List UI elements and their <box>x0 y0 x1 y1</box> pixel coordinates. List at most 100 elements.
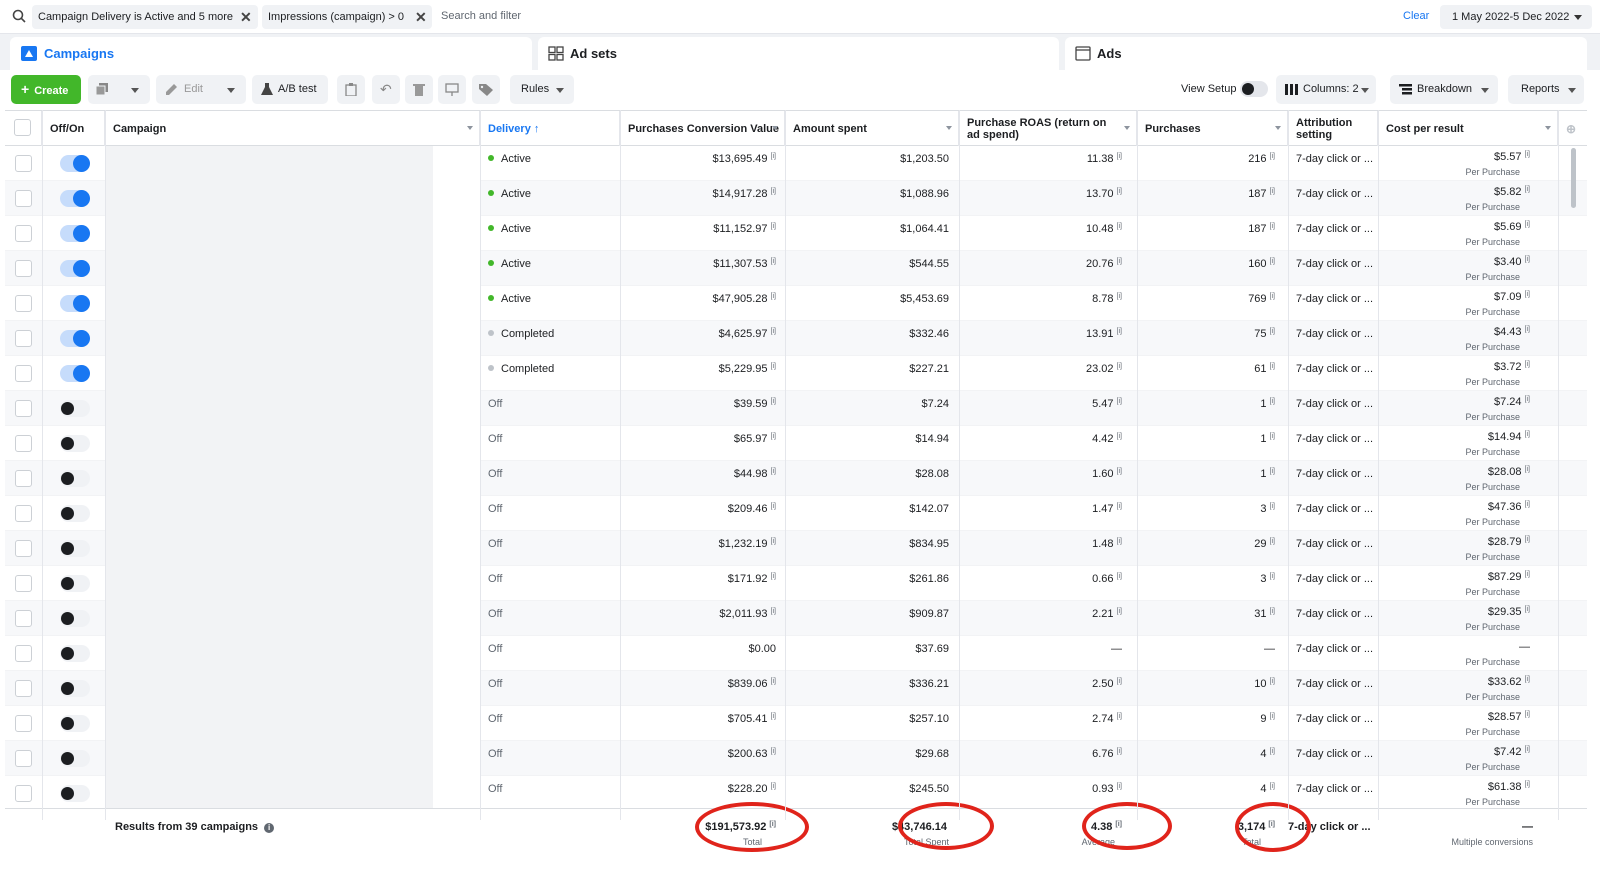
header-purchases-conversion-value[interactable]: Purchases Conversion Value <box>620 111 785 146</box>
info-icon[interactable]: [i] <box>771 678 776 685</box>
info-icon[interactable]: [i] <box>1270 433 1275 440</box>
info-icon[interactable]: [i] <box>1525 221 1530 228</box>
row-checkbox[interactable] <box>15 190 32 207</box>
sort-icon[interactable] <box>1124 126 1130 130</box>
info-icon[interactable]: [i] <box>1270 713 1275 720</box>
header-delivery[interactable]: Delivery ↑ <box>480 111 620 146</box>
info-icon[interactable]: [i] <box>771 573 776 580</box>
info-icon[interactable]: [i] <box>1270 223 1275 230</box>
campaign-toggle[interactable] <box>60 575 90 592</box>
info-icon[interactable]: [i] <box>771 153 776 160</box>
info-icon[interactable]: [i] <box>1525 746 1530 753</box>
header-cost-per-result[interactable]: Cost per result <box>1378 111 1558 146</box>
info-icon[interactable]: [i] <box>1525 431 1530 438</box>
info-icon[interactable]: [i] <box>771 468 776 475</box>
breakdown-button[interactable]: Breakdown <box>1390 75 1498 104</box>
tab-ad-sets[interactable]: Ad sets <box>538 37 1059 70</box>
info-icon[interactable]: [i] <box>771 608 776 615</box>
row-checkbox[interactable] <box>15 785 32 802</box>
clear-filters-link[interactable]: Clear <box>1403 10 1429 22</box>
search-input[interactable]: Search and filter <box>441 10 521 22</box>
info-icon[interactable]: [i] <box>771 188 776 195</box>
info-icon[interactable]: [i] <box>1525 186 1530 193</box>
tab-campaigns[interactable]: Campaigns <box>10 37 532 70</box>
info-icon[interactable]: [i] <box>1270 153 1275 160</box>
clipboard-button[interactable] <box>337 75 365 104</box>
delete-button[interactable] <box>405 75 433 104</box>
header-select-all[interactable] <box>5 111 42 146</box>
header-purchase-roas[interactable]: Purchase ROAS (return on ad spend) <box>959 111 1137 146</box>
info-icon[interactable]: [i] <box>771 433 776 440</box>
row-checkbox[interactable] <box>15 365 32 382</box>
info-icon[interactable]: [i] <box>1117 783 1122 790</box>
duplicate-button[interactable] <box>88 75 150 104</box>
header-campaign[interactable]: Campaign <box>105 111 480 146</box>
info-icon[interactable]: [i] <box>1270 258 1275 265</box>
campaign-toggle[interactable] <box>60 645 90 662</box>
campaign-toggle[interactable] <box>60 155 90 172</box>
create-button[interactable]: + Create <box>11 75 81 104</box>
info-icon[interactable]: [i] <box>1117 398 1122 405</box>
header-purchases[interactable]: Purchases <box>1137 111 1288 146</box>
sort-icon[interactable] <box>467 126 473 130</box>
close-icon[interactable]: ✕ <box>415 5 427 29</box>
info-icon[interactable]: [i] <box>1117 608 1122 615</box>
row-checkbox[interactable] <box>15 505 32 522</box>
info-icon[interactable]: [i] <box>1525 536 1530 543</box>
info-icon[interactable]: [i] <box>771 293 776 300</box>
info-icon[interactable]: [i] <box>1270 783 1275 790</box>
info-icon[interactable]: [i] <box>1525 291 1530 298</box>
info-icon[interactable]: [i] <box>1525 676 1530 683</box>
tag-button[interactable] <box>472 75 500 104</box>
info-icon[interactable]: [i] <box>771 398 776 405</box>
row-checkbox[interactable] <box>15 680 32 697</box>
info-icon[interactable]: [i] <box>1117 223 1122 230</box>
info-icon[interactable]: [i] <box>1117 713 1122 720</box>
info-icon[interactable]: [i] <box>1117 468 1122 475</box>
info-icon[interactable]: [i] <box>771 503 776 510</box>
info-icon[interactable]: [i] <box>1270 468 1275 475</box>
info-icon[interactable]: [i] <box>1117 293 1122 300</box>
row-checkbox[interactable] <box>15 400 32 417</box>
info-icon[interactable]: [i] <box>771 538 776 545</box>
row-checkbox[interactable] <box>15 575 32 592</box>
info-icon[interactable]: [i] <box>771 223 776 230</box>
info-icon[interactable]: [i] <box>1525 466 1530 473</box>
row-checkbox[interactable] <box>15 540 32 557</box>
row-checkbox[interactable] <box>15 295 32 312</box>
rules-button[interactable]: Rules <box>510 75 574 104</box>
info-icon[interactable]: [i] <box>1525 711 1530 718</box>
campaign-toggle[interactable] <box>60 470 90 487</box>
undo-button[interactable]: ↶ <box>372 75 400 104</box>
row-checkbox[interactable] <box>15 225 32 242</box>
info-icon[interactable]: [i] <box>1117 363 1122 370</box>
info-icon[interactable]: [i] <box>1270 328 1275 335</box>
info-icon[interactable]: [i] <box>1117 328 1122 335</box>
close-icon[interactable]: ✕ <box>240 5 252 29</box>
info-icon[interactable]: i <box>264 823 275 833</box>
info-icon[interactable]: [i] <box>1117 433 1122 440</box>
campaign-toggle[interactable] <box>60 190 90 207</box>
reports-button[interactable]: Reports <box>1508 75 1584 104</box>
filter-chip-impressions[interactable]: Impressions (campaign) > 0 ✕ <box>262 5 432 29</box>
preview-button[interactable] <box>438 75 466 104</box>
campaign-toggle[interactable] <box>60 400 90 417</box>
add-column-button[interactable]: ⊕ <box>1558 111 1587 146</box>
row-checkbox[interactable] <box>15 715 32 732</box>
select-all-checkbox[interactable] <box>14 119 31 136</box>
info-icon[interactable]: [i] <box>1525 396 1530 403</box>
campaign-toggle[interactable] <box>60 750 90 767</box>
info-icon[interactable]: [i] <box>771 713 776 720</box>
info-icon[interactable]: [i] <box>1525 256 1530 263</box>
row-checkbox[interactable] <box>15 155 32 172</box>
info-icon[interactable]: [i] <box>1117 678 1122 685</box>
campaign-toggle[interactable] <box>60 435 90 452</box>
info-icon[interactable]: [i] <box>771 748 776 755</box>
info-icon[interactable]: [i] <box>1525 781 1530 788</box>
row-checkbox[interactable] <box>15 260 32 277</box>
campaign-toggle[interactable] <box>60 680 90 697</box>
row-checkbox[interactable] <box>15 470 32 487</box>
info-icon[interactable]: [i] <box>1525 501 1530 508</box>
sort-icon[interactable] <box>1275 126 1281 130</box>
tab-ads[interactable]: Ads <box>1065 37 1587 70</box>
